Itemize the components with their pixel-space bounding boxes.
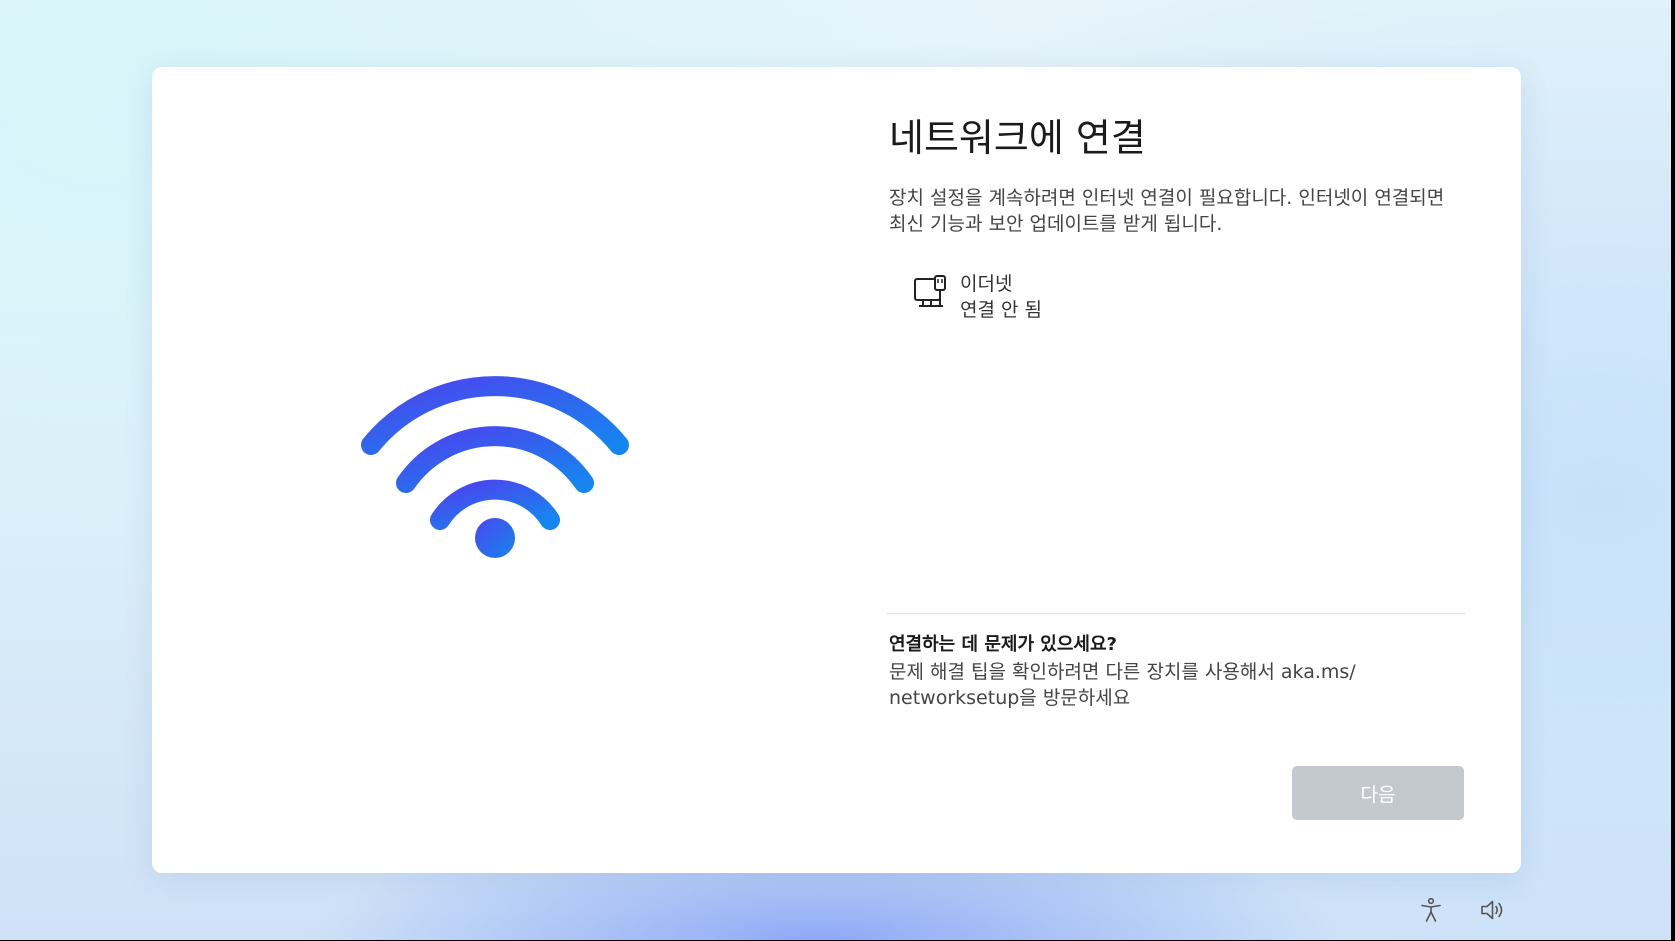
next-button[interactable]: 다음 — [1292, 766, 1464, 820]
network-item-ethernet[interactable]: 이더넷 연결 안 됨 — [913, 271, 1042, 323]
page-description: 장치 설정을 계속하려면 인터넷 연결이 필요합니다. 인터넷이 연결되면 최신… — [889, 187, 1445, 235]
volume-icon[interactable] — [1479, 896, 1507, 924]
divider — [887, 613, 1465, 614]
wifi-icon — [361, 376, 629, 558]
help-title: 연결하는 데 문제가 있으세요? — [889, 634, 1117, 655]
screen-edge-right — [1671, 0, 1675, 941]
page-title: 네트워크에 연결 — [889, 116, 1146, 160]
network-status: 연결 안 됨 — [960, 299, 1042, 321]
network-name: 이더넷 — [960, 273, 1013, 295]
network-item-text: 이더넷 연결 안 됨 — [960, 271, 1042, 323]
help-text: 문제 해결 팁을 확인하려면 다른 장치를 사용해서 aka.ms/ netwo… — [889, 661, 1356, 709]
ethernet-icon — [914, 275, 946, 307]
accessibility-icon[interactable] — [1417, 896, 1445, 924]
